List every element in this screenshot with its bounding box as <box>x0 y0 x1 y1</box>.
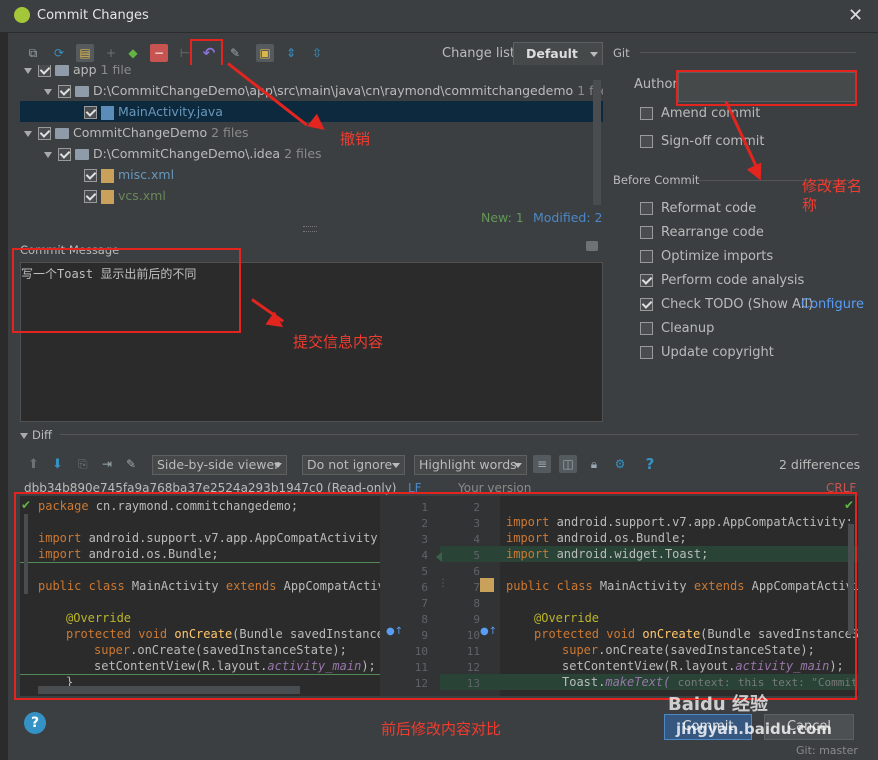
collapse-unchanged-icon[interactable]: ≡ <box>533 455 551 473</box>
title-bar: Commit Changes ✕ <box>0 0 878 33</box>
change-list-label: Change list: <box>442 46 520 61</box>
group-by-icon[interactable]: ⧉ <box>24 44 42 62</box>
message-highlight-box <box>12 248 241 333</box>
sync-scroll-icon[interactable]: ◫ <box>559 455 577 473</box>
move-to-changelist-icon[interactable]: ◆ <box>124 44 142 62</box>
update-copyright-checkbox[interactable]: Update copyright <box>640 343 774 363</box>
highlight-select[interactable]: Highlight words <box>414 455 527 475</box>
jump-source-icon[interactable]: ⎘ <box>78 457 88 472</box>
edit-icon[interactable]: ✎ <box>126 457 136 471</box>
commit-history-icon[interactable] <box>586 241 598 251</box>
change-list-value: Default <box>526 46 578 61</box>
diff-divider <box>60 434 858 435</box>
before-commit-label: Before Commit <box>613 173 700 187</box>
perform-code-analysis-checkbox[interactable]: Perform code analysis <box>640 271 804 291</box>
diff-highlight-box <box>14 492 857 700</box>
git-section-label: Git <box>613 46 630 60</box>
git-divider <box>640 52 856 53</box>
modified-count: Modified: 2 <box>533 210 603 225</box>
diff-annotation: 前后修改内容对比 <box>381 720 502 738</box>
android-studio-icon <box>14 7 30 23</box>
next-diff-icon[interactable]: ⬇ <box>52 457 63 472</box>
lock-icon[interactable]: 🔒︎ <box>585 455 603 473</box>
collapse-all-icon[interactable]: ⇳ <box>308 44 326 62</box>
settings-gear-icon[interactable]: ⚙ <box>611 455 629 473</box>
amend-commit-checkbox[interactable]: Amend commit <box>640 104 760 124</box>
close-icon[interactable]: ✕ <box>848 5 863 26</box>
change-list-select[interactable]: Default <box>513 42 603 66</box>
viewer-select[interactable]: Side-by-side viewer <box>152 455 287 475</box>
new-count: New: 1 <box>481 210 524 225</box>
java-file-icon <box>101 105 114 120</box>
expand-all-icon[interactable]: ⇕ <box>282 44 300 62</box>
xml-file-icon <box>101 189 114 204</box>
author-annotation: 修改者名 称 <box>802 177 863 214</box>
tree-row-misc[interactable]: misc.xml <box>84 164 603 185</box>
ignore-select[interactable]: Do not ignore <box>302 455 405 475</box>
configure-link[interactable]: Configure <box>801 297 864 312</box>
rearrange-code-checkbox[interactable]: Rearrange code <box>640 223 764 243</box>
refresh-icon[interactable]: ⟳ <box>50 44 68 62</box>
baidu-watermark-url: jingyan.baidu.com <box>676 720 832 738</box>
window-title: Commit Changes <box>37 8 149 23</box>
revert-annotation: 撤销 <box>340 130 371 148</box>
tree-row-vcs[interactable]: vcs.xml <box>84 185 603 205</box>
tree-row-app[interactable]: app 1 file <box>24 65 603 80</box>
message-annotation: 提交信息内容 <box>293 333 384 351</box>
edit-source-icon[interactable]: ✎ <box>226 44 244 62</box>
compare-icon[interactable]: ⇥ <box>102 457 112 471</box>
tree-scrollbar[interactable] <box>593 80 601 205</box>
author-label: Author: <box>634 77 682 92</box>
reformat-code-checkbox[interactable]: Reformat code <box>640 199 756 219</box>
author-highlight-box <box>676 70 857 106</box>
revert-highlight-box <box>190 39 223 67</box>
help-button[interactable]: ? <box>24 712 46 734</box>
xml-file-icon <box>101 168 114 183</box>
diff-section-header[interactable]: Diff <box>20 428 52 442</box>
help-icon[interactable]: ? <box>641 455 659 473</box>
group-icon[interactable]: ▣ <box>256 44 274 62</box>
cleanup-checkbox[interactable]: Cleanup <box>640 319 714 339</box>
splitter-handle[interactable] <box>303 226 317 232</box>
differences-count: 2 differences <box>779 457 861 472</box>
optimize-imports-checkbox[interactable]: Optimize imports <box>640 247 773 267</box>
remove-icon[interactable]: − <box>150 44 168 62</box>
show-diff-icon[interactable]: ▤ <box>76 44 94 62</box>
tree-row-java-dir[interactable]: D:\CommitChangeDemo\app\src\main\java\cn… <box>44 80 603 101</box>
baidu-watermark: Baidu 经验 <box>668 694 769 715</box>
add-icon[interactable]: + <box>102 44 120 62</box>
diff-label: Diff <box>32 428 52 442</box>
git-branch-status[interactable]: Git: master <box>796 744 858 757</box>
tree-row-idea-dir[interactable]: D:\CommitChangeDemo\.idea 2 files <box>44 143 603 164</box>
background-editor-strip <box>0 33 8 760</box>
prev-diff-icon[interactable]: ⬆ <box>28 457 39 472</box>
check-todo-checkbox[interactable]: Check TODO (Show All) <box>640 295 813 315</box>
changes-tree: app 1 file D:\CommitChangeDemo\app\src\m… <box>20 65 603 205</box>
